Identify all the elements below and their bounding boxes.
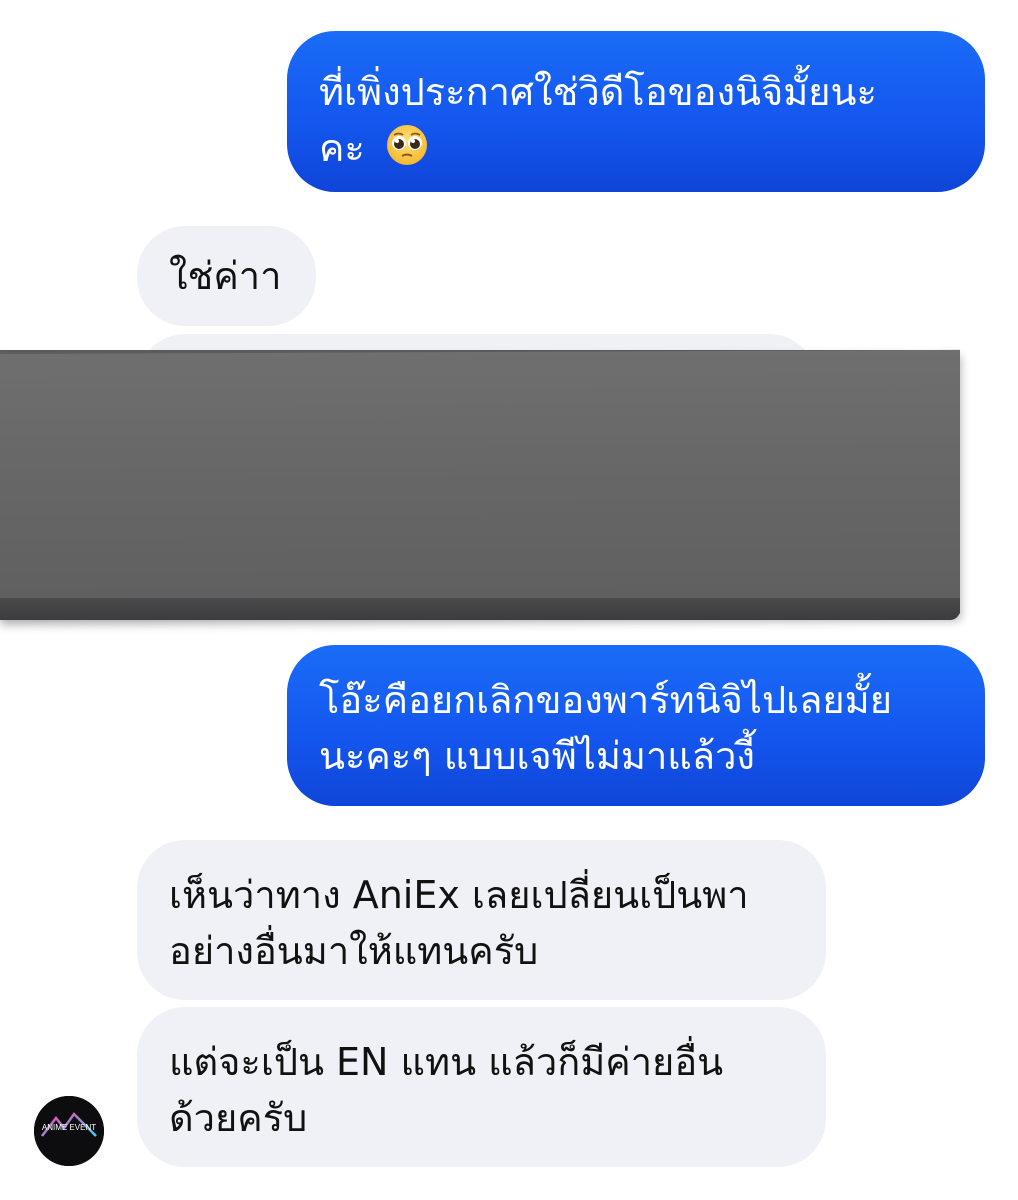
incoming-message-bubble[interactable]: เห็นว่าทาง AniEx เลยเปลี่ยนเป็นพา อย่างอ… <box>137 840 826 1000</box>
message-text-line: คะ <box>319 126 365 170</box>
message-text-line: ใช่ค่าา <box>169 254 282 298</box>
message-text-line: โอ๊ะคือยกเลิกของพาร์ทนิจิไปเลยมั้ย <box>319 678 892 722</box>
redaction-bottom-edge <box>0 598 960 620</box>
incoming-message-bubble[interactable]: แต่จะเป็น EN แทน แล้วก็มีค่ายอื่น ด้วยคร… <box>137 1007 826 1167</box>
sender-avatar[interactable]: ANIME EVENT <box>34 1096 104 1166</box>
outgoing-message-bubble[interactable]: ที่เพิ่งประกาศใช่วิดีโอของนิจิมั้ยนะ คะ <box>287 31 985 192</box>
incoming-message-bubble[interactable]: ใช่ค่าา <box>137 226 316 326</box>
avatar-logo-text: ANIME EVENT <box>42 1123 96 1132</box>
message-text-line: เห็นว่าทาง AniEx เลยเปลี่ยนเป็นพา <box>169 873 749 917</box>
pleading-face-emoji-icon <box>386 125 427 165</box>
message-text-line: นะคะๆ แบบเจพีไม่มาแล้วงี้ <box>319 734 755 778</box>
message-text-line: อย่างอื่นมาให้แทนครับ <box>169 929 539 973</box>
anime-event-logo-avatar-icon: ANIME EVENT <box>34 1096 104 1166</box>
message-text-line: ด้วยครับ <box>169 1096 308 1140</box>
message-text-line: แต่จะเป็น EN แทน แล้วก็มีค่ายอื่น <box>169 1040 724 1084</box>
outgoing-message-bubble[interactable]: โอ๊ะคือยกเลิกของพาร์ทนิจิไปเลยมั้ย นะคะๆ… <box>287 645 985 806</box>
redaction-block <box>0 349 960 619</box>
message-text-line: ที่เพิ่งประกาศใช่วิดีโอของนิจิมั้ยนะ <box>319 70 877 114</box>
